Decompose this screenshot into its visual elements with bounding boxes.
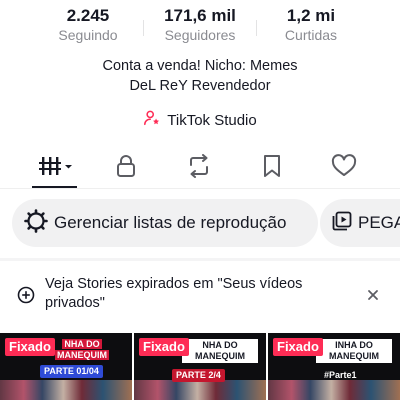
likes-label: Curtidas xyxy=(284,27,338,43)
thumbnail-title-line: INHA DO xyxy=(335,340,373,350)
thumbnail-title-line: MANEQUIM xyxy=(55,350,109,360)
studio-icon xyxy=(143,109,161,131)
notice-text: Veja Stories expirados em "Seus vídeos p… xyxy=(45,276,303,311)
pinned-badge: Fixado xyxy=(139,338,189,356)
tab-videos[interactable] xyxy=(36,150,76,182)
thumbnail-title-line: NHA DO xyxy=(62,339,102,349)
stat-divider xyxy=(143,20,144,36)
expired-stories-notice[interactable]: Veja Stories expirados em "Seus vídeos p… xyxy=(0,271,400,321)
video-thumbnail[interactable]: Fixado INHA DO MANEQUIM #Parte1 xyxy=(268,333,400,400)
thumbnail-title: NHA DO MANEQUIM xyxy=(182,339,258,363)
following-stat[interactable]: 2.245 Seguindo xyxy=(33,6,143,44)
profile-bio: Conta a venda! Nicho: Memes DeL ReY Reve… xyxy=(0,56,400,96)
manage-playlists-button[interactable]: Gerenciar listas de reprodução xyxy=(12,199,318,247)
thumbnail-image xyxy=(134,380,266,400)
profile-tabs xyxy=(0,146,400,189)
pinned-badge: Fixado xyxy=(5,338,55,356)
repost-icon xyxy=(186,154,212,178)
likes-count: 1,2 mi xyxy=(286,6,336,25)
tab-favorites[interactable] xyxy=(252,150,292,182)
bookmark-icon xyxy=(262,154,282,178)
thumbnail-part-label: PARTE 2/4 xyxy=(172,369,225,382)
following-count: 2.245 xyxy=(66,6,110,25)
grid-icon xyxy=(39,155,73,177)
thumbnail-title-line: MANEQUIM xyxy=(329,351,379,361)
playlist-chip-label: PEGA xyxy=(358,213,400,232)
thumbnail-part-label: #Parte1 xyxy=(324,370,357,380)
tab-private[interactable] xyxy=(106,150,146,182)
video-thumbnail[interactable]: Fixado NHA DO MANEQUIM PARTE 2/4 xyxy=(134,333,266,400)
playlist-settings-icon xyxy=(24,208,48,238)
tabs-divider xyxy=(0,188,400,189)
close-icon[interactable] xyxy=(365,287,381,303)
add-story-icon xyxy=(17,286,35,309)
heart-icon xyxy=(331,154,357,178)
profile-stats: 2.245 Seguindo 171,6 mil Seguidores 1,2 … xyxy=(0,6,400,48)
playlist-chip[interactable]: PEGA xyxy=(320,199,400,247)
video-thumbnail[interactable]: Fixado NHA DO MANEQUIM PARTE 01/04 xyxy=(0,333,132,400)
section-divider xyxy=(0,258,400,261)
followers-count: 171,6 mil xyxy=(164,6,236,25)
playlist-chips: Gerenciar listas de reprodução PEGA xyxy=(0,199,400,249)
tiktok-studio-link[interactable]: TikTok Studio xyxy=(0,109,400,131)
thumbnail-title-line: MANEQUIM xyxy=(195,351,245,361)
tab-reposts[interactable] xyxy=(179,150,219,182)
thumbnail-title-line: NHA DO xyxy=(202,340,238,350)
tab-liked[interactable] xyxy=(324,150,364,182)
followers-label: Seguidores xyxy=(164,27,236,43)
pinned-badge: Fixado xyxy=(273,338,323,356)
thumbnail-title: INHA DO MANEQUIM xyxy=(316,339,392,363)
manage-playlists-label: Gerenciar listas de reprodução xyxy=(54,213,287,232)
video-grid: Fixado NHA DO MANEQUIM PARTE 01/04 Fixad… xyxy=(0,333,400,400)
thumbnail-image xyxy=(0,380,132,400)
thumbnail-image xyxy=(268,380,400,400)
thumbnail-part-label: PARTE 01/04 xyxy=(40,365,103,378)
playlist-icon xyxy=(332,211,352,236)
lock-icon xyxy=(115,154,137,178)
followers-stat[interactable]: 171,6 mil Seguidores xyxy=(145,6,255,44)
thumbnail-title: NHA DO MANEQUIM xyxy=(52,338,112,362)
bio-line: DeL ReY Revendedor xyxy=(129,78,271,94)
bio-line: Conta a venda! Nicho: Memes xyxy=(102,58,298,74)
studio-label: TikTok Studio xyxy=(167,111,257,129)
likes-stat[interactable]: 1,2 mi Curtidas xyxy=(256,6,366,44)
following-label: Seguindo xyxy=(58,27,118,43)
